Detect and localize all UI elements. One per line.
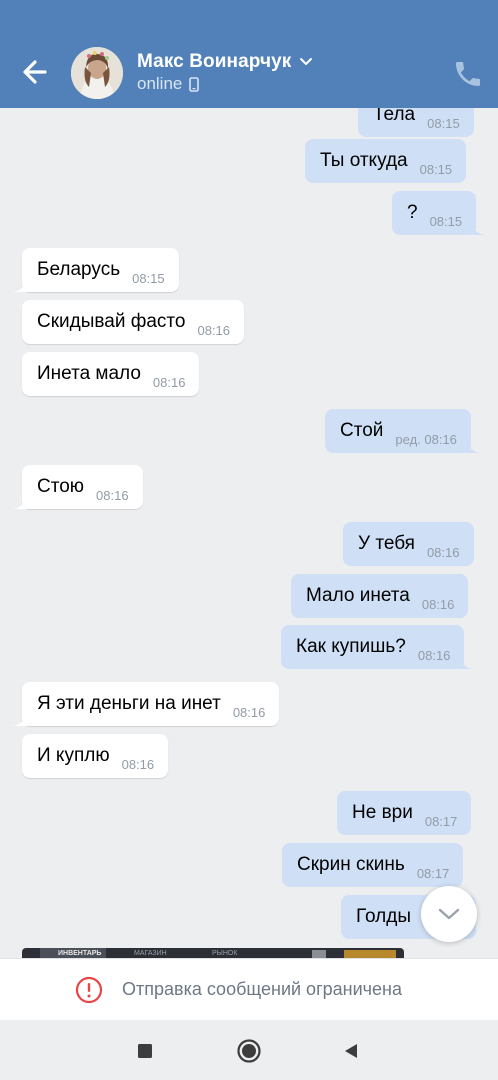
message-text: Ты откуда xyxy=(320,150,408,171)
avatar-photo xyxy=(71,47,123,99)
message-text: Не ври xyxy=(352,802,413,823)
message-time: 08:16 xyxy=(232,704,266,720)
message-bubble-outgoing[interactable]: Стой ред. 08:16 xyxy=(325,409,480,453)
message-bubble-outgoing[interactable]: ? 08:15 xyxy=(392,191,486,235)
image-label: РЫНОК xyxy=(212,950,238,957)
message-text: Я эти деньги на инет xyxy=(37,693,221,714)
contact-status-row: online xyxy=(137,74,200,94)
call-button[interactable] xyxy=(452,58,484,90)
recents-button[interactable] xyxy=(132,1038,158,1064)
message-text: Скрин скинь xyxy=(297,854,405,875)
message-bubble-incoming[interactable]: Я эти деньги на инет 08:16 xyxy=(13,682,280,726)
message-bubble-incoming[interactable]: Беларусь 08:15 xyxy=(13,248,179,292)
message-bubble-incoming[interactable]: Инета мало 08:16 xyxy=(22,352,200,396)
message-bubble-outgoing[interactable]: Мало инета 08:16 xyxy=(291,574,469,618)
message-time: 08:16 xyxy=(426,544,460,560)
bubble-tail xyxy=(459,655,474,669)
message-bubble-outgoing[interactable]: Не ври 08:17 xyxy=(337,791,472,835)
message-time: 08:16 xyxy=(197,322,231,338)
message-time: ред. 08:16 xyxy=(395,431,457,447)
message-text: Тела xyxy=(373,108,416,125)
back-triangle-icon xyxy=(345,1044,357,1058)
message-time: 08:17 xyxy=(424,813,458,829)
message-text: Мало инета xyxy=(306,585,410,606)
message-time: 08:16 xyxy=(121,756,155,772)
contact-status: online xyxy=(137,74,183,93)
bubble-tail xyxy=(13,278,27,292)
message-time: 08:16 xyxy=(152,374,186,390)
scroll-down-button[interactable] xyxy=(421,886,477,942)
home-icon xyxy=(237,1039,261,1063)
arrow-left-icon xyxy=(23,60,47,84)
bubble-tail xyxy=(471,221,486,235)
chevron-down-icon xyxy=(300,58,313,65)
message-time: 08:15 xyxy=(419,161,453,177)
recents-icon xyxy=(138,1044,152,1058)
message-time: 08:15 xyxy=(427,115,460,131)
contact-name-dropdown[interactable]: Макс Воинарчук xyxy=(137,50,313,74)
message-restriction-bar: Отправка сообщений ограничена xyxy=(0,958,498,1020)
message-time: 08:16 xyxy=(417,647,451,663)
message-text: У тебя xyxy=(358,533,415,554)
message-text: И куплю xyxy=(37,745,110,766)
mobile-phone-icon xyxy=(189,76,200,92)
message-text: Как купишь? xyxy=(296,636,406,657)
home-button[interactable] xyxy=(236,1038,262,1064)
message-time: 08:15 xyxy=(429,213,463,229)
message-text: ? xyxy=(407,202,418,223)
message-bubble-outgoing[interactable]: Тела 08:15 xyxy=(358,108,474,137)
chevron-down-icon xyxy=(438,908,460,920)
chat-header: Макс Воинарчук online xyxy=(0,0,498,108)
message-text: Инета мало xyxy=(37,363,141,384)
image-label: ИНВЕНТАРЬ xyxy=(58,950,102,957)
message-time: 08:16 xyxy=(421,596,455,612)
bubble-tail xyxy=(465,439,480,453)
message-bubble-outgoing[interactable]: У тебя 08:16 xyxy=(343,522,474,566)
back-nav-button[interactable] xyxy=(338,1038,364,1064)
message-text: Стой xyxy=(340,420,384,441)
avatar[interactable] xyxy=(71,47,123,99)
contact-name: Макс Воинарчук xyxy=(137,51,292,72)
message-text: Беларусь xyxy=(37,259,121,280)
message-bubble-outgoing[interactable]: Ты откуда 08:15 xyxy=(305,139,467,183)
message-time: 08:15 xyxy=(132,270,165,286)
message-text: Скидывай фасто xyxy=(37,311,186,332)
message-time: 08:17 xyxy=(416,865,450,881)
message-time: 08:16 xyxy=(96,487,129,503)
bubble-tail xyxy=(13,495,27,509)
message-bubble-outgoing[interactable]: Как купишь? 08:16 xyxy=(281,625,474,669)
image-label: МАГАЗИН xyxy=(134,950,167,957)
message-bubble-incoming[interactable]: И куплю 08:16 xyxy=(22,734,169,778)
warning-circle-icon xyxy=(75,976,103,1004)
message-bubble-incoming[interactable]: Скидывай фасто 08:16 xyxy=(22,300,245,344)
message-text: Стою xyxy=(37,476,85,497)
bubble-tail xyxy=(13,712,27,726)
message-list[interactable]: Тела 08:15 Ты откуда 08:15 ? 08:15 Белар… xyxy=(0,108,498,958)
message-bubble-incoming[interactable]: Стою 08:16 xyxy=(13,465,143,509)
system-navigation-bar xyxy=(0,1020,498,1080)
phone-icon xyxy=(456,62,480,86)
message-bubble-outgoing[interactable]: Скрин скинь 08:17 xyxy=(282,843,464,887)
restriction-text: Отправка сообщений ограничена xyxy=(122,979,402,999)
back-button[interactable] xyxy=(18,56,54,88)
message-text: Голды xyxy=(356,906,411,927)
